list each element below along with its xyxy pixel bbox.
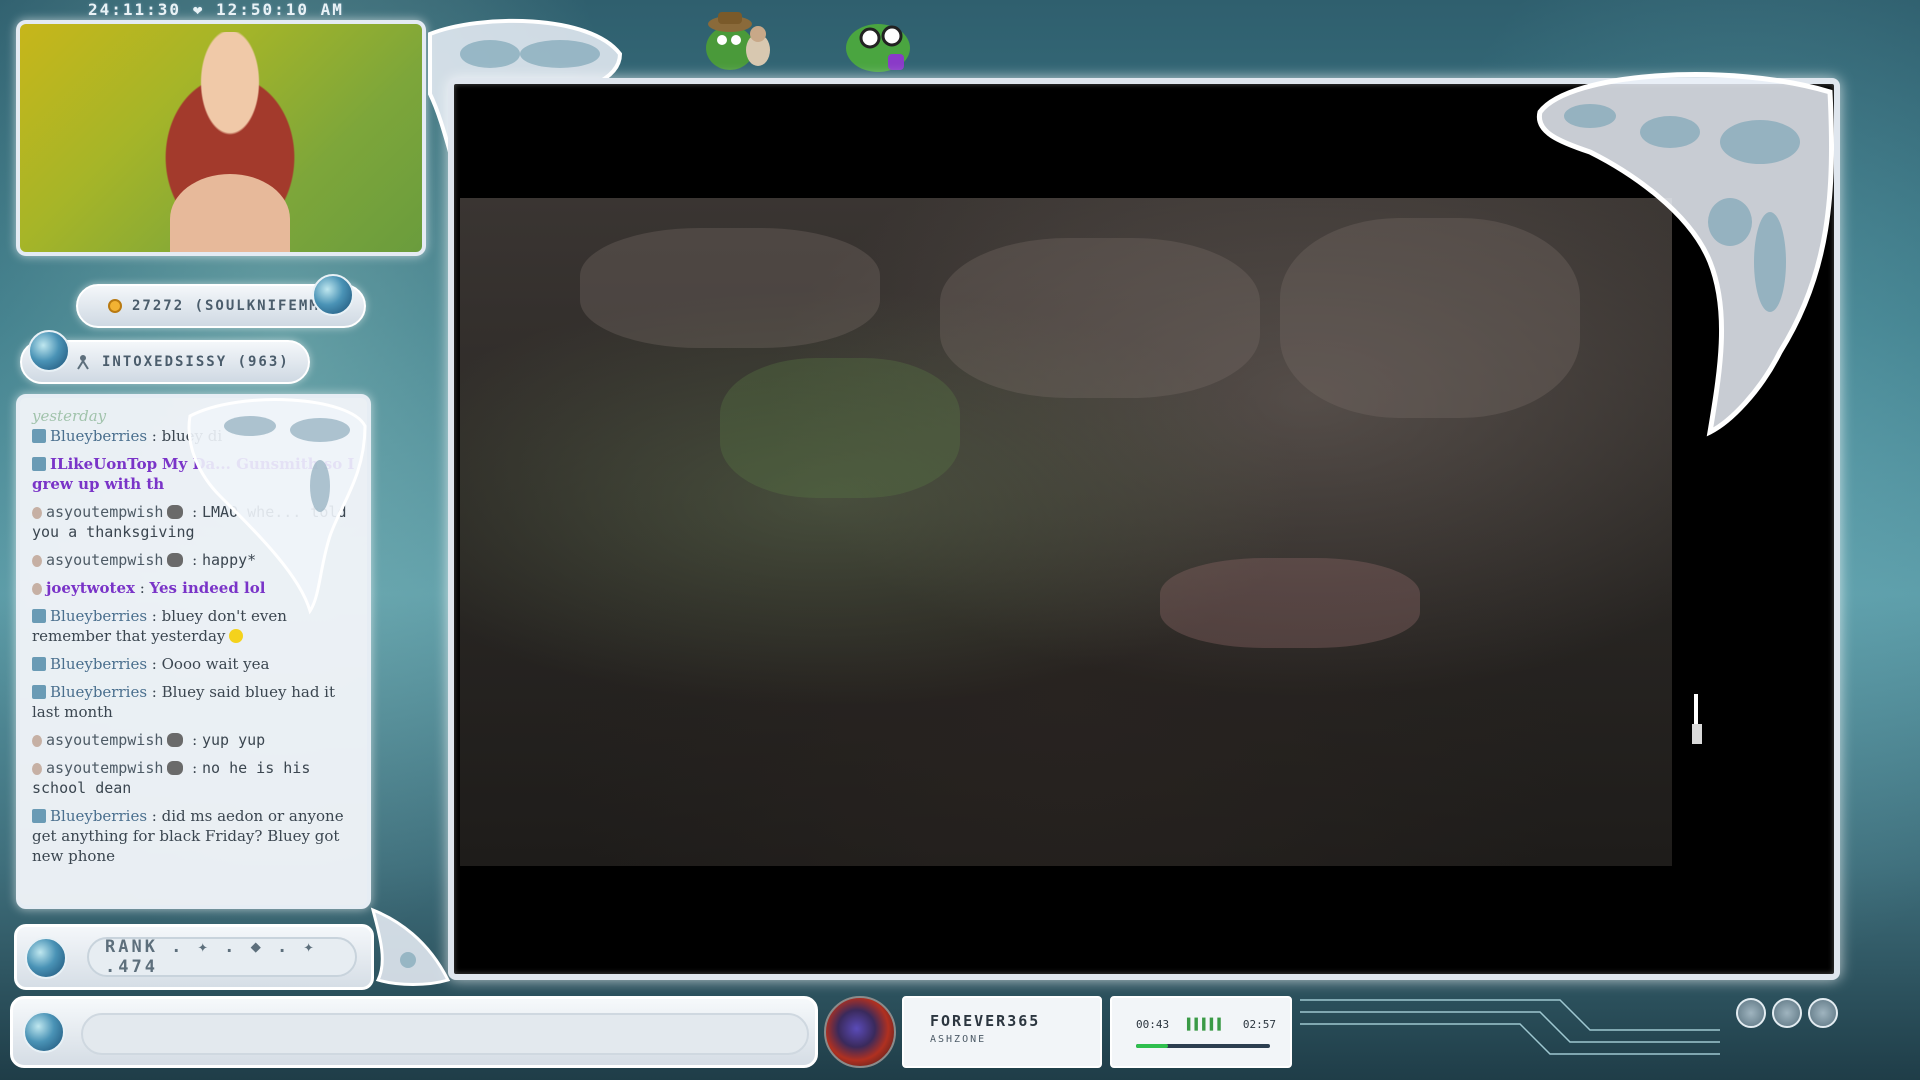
streamer-body <box>170 174 290 252</box>
chat-username[interactable]: Blueyberries <box>50 607 147 625</box>
gear-icon <box>1772 998 1802 1028</box>
chat-separator: : <box>147 427 162 445</box>
cave-rock <box>940 238 1260 398</box>
timer-row: 00:43 ▌▌▌▌▌ 02:57 <box>1136 1018 1276 1031</box>
user-badge-icon <box>32 657 46 671</box>
user-badge-icon <box>32 555 42 567</box>
chat-separator: : <box>147 683 162 701</box>
wing-ornament-chat <box>187 398 367 615</box>
chat-separator: : <box>147 607 162 625</box>
rank-text: RANK . ✦ . ◆ . ✦ .474 <box>87 937 357 977</box>
wing-ornament-topright <box>1536 72 1835 437</box>
user-badge-icon <box>32 507 42 519</box>
timer-ticks: ▌▌▌▌▌ <box>1186 1018 1226 1031</box>
webcam-feed <box>16 20 426 256</box>
sun-icon <box>1808 998 1838 1028</box>
chat-username[interactable]: Blueyberries <box>50 655 147 673</box>
chat-message: asyoutempwish : no he is his school dean <box>32 758 357 798</box>
song-artist: ASHZONE <box>930 1034 987 1045</box>
bottom-right-icons <box>1736 998 1838 1028</box>
cave-rock <box>580 228 880 348</box>
gem-icon <box>312 274 354 316</box>
chat-message: Blueyberries : did ms aedon or anyone ge… <box>32 806 357 866</box>
chat-separator: : <box>147 655 162 673</box>
cave-rock <box>720 358 960 498</box>
song-progress-fill <box>1136 1044 1169 1048</box>
user-badge-icon <box>32 429 46 443</box>
chat-message: asyoutempwish : yup yup <box>32 730 357 750</box>
smile-emote-icon <box>229 629 244 643</box>
eyes-emote-icon <box>167 761 184 775</box>
user-badge-icon <box>32 609 46 623</box>
song-progress-bar <box>1136 1044 1270 1048</box>
stream-clock: 24:11:30 ❤ 12:50:10 AM <box>88 0 344 19</box>
chat-username[interactable]: asyoutempwish <box>46 731 163 749</box>
chat-username[interactable]: ILikeUonTop <box>50 455 157 473</box>
chat-username[interactable]: Blueyberries <box>50 427 147 445</box>
album-art <box>824 996 896 1068</box>
pepe-sunglasses-icon <box>846 24 910 72</box>
rank-widget: RANK . ✦ . ◆ . ✦ .474 <box>14 924 374 990</box>
gem-icon <box>23 1011 65 1053</box>
user-badge-icon <box>32 685 46 699</box>
bottom-bar-track <box>81 1013 809 1055</box>
bottom-bar <box>10 996 818 1068</box>
total-time: 02:57 <box>1242 1018 1276 1031</box>
user-badge-icon <box>32 763 42 775</box>
chat-separator: : <box>187 759 202 777</box>
song-timer-card: 00:43 ▌▌▌▌▌ 02:57 <box>1110 996 1292 1068</box>
eyes-emote-icon <box>167 733 184 747</box>
gem-icon <box>25 937 67 979</box>
chat-username[interactable]: joeytwotex <box>46 579 135 597</box>
cave-rock <box>1160 558 1420 648</box>
chat-username[interactable]: Blueyberries <box>50 807 147 825</box>
pepe-cowboy-icon <box>706 12 770 70</box>
gem-icon <box>28 330 70 372</box>
chat-username[interactable]: asyoutempwish <box>46 503 163 521</box>
now-playing-card: FOREVER365 ASHZONE <box>902 996 1102 1068</box>
chat-text: Oooo wait yea <box>161 655 270 673</box>
chat-message: Blueyberries : Oooo wait yea <box>32 654 357 674</box>
chat-separator: : <box>134 579 150 597</box>
game-scene <box>460 198 1672 866</box>
user-badge-icon <box>32 583 42 595</box>
coin-icon <box>108 299 122 313</box>
user-badge-icon <box>32 457 46 471</box>
chat-separator: : <box>187 731 202 749</box>
wing-ornament-bottomleft <box>370 907 451 986</box>
latest-follow-text: INTOXEDSISSY (963) <box>102 354 290 370</box>
chat-username[interactable]: Blueyberries <box>50 683 147 701</box>
chat-message: Blueyberries : Bluey said bluey had it l… <box>32 682 357 722</box>
chat-username[interactable]: asyoutempwish <box>46 551 163 569</box>
elapsed-time: 00:43 <box>1136 1018 1170 1031</box>
menu-icon <box>1736 998 1766 1028</box>
latest-sub-text: 27272 (SOULKNIFEMMC) <box>132 298 341 314</box>
chat-username[interactable]: asyoutempwish <box>46 759 163 777</box>
tech-lines-decoration <box>1300 999 1720 1055</box>
user-badge-icon <box>32 735 42 747</box>
chat-text: yup yup <box>202 731 266 749</box>
song-title: FOREVER365 <box>930 1012 1041 1030</box>
user-badge-icon <box>32 809 46 823</box>
follow-icon <box>77 355 89 370</box>
cursor-icon <box>1692 694 1702 744</box>
chat-separator: : <box>147 807 162 825</box>
